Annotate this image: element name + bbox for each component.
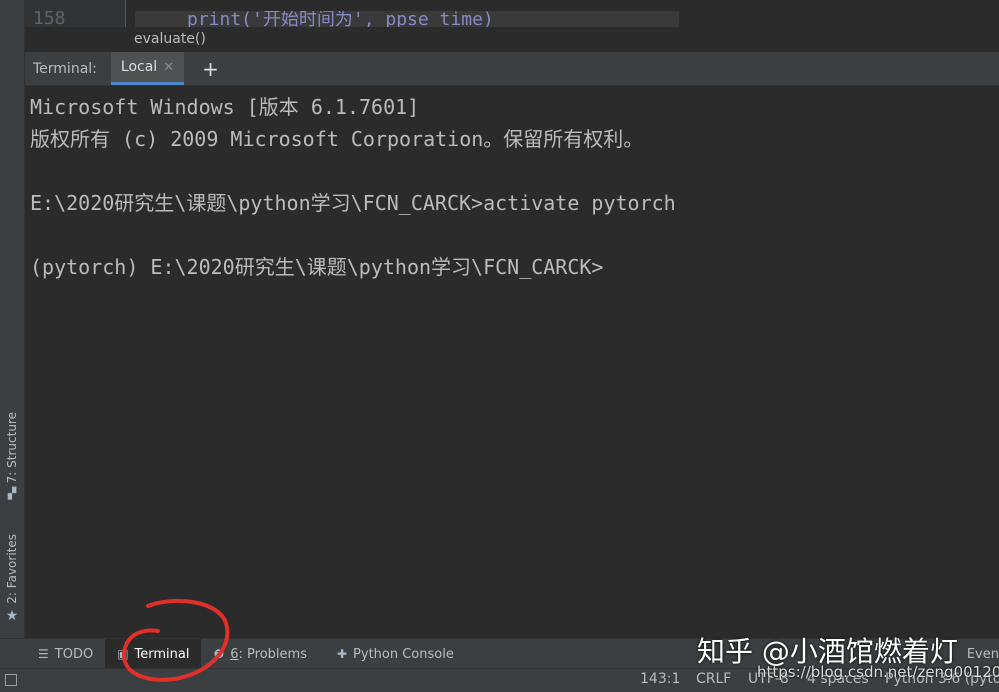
caret-position[interactable]: 143:1 xyxy=(640,671,680,687)
add-tab-icon[interactable]: + xyxy=(202,59,219,79)
terminal-tab-label: Terminal xyxy=(134,646,190,662)
terminal-line: Microsoft Windows [版本 6.1.7601] xyxy=(30,95,420,119)
close-icon[interactable]: ✕ xyxy=(163,60,174,75)
tool-windows-toggle-icon[interactable] xyxy=(5,674,17,686)
code-line[interactable]: print('开始时间为', ppse_time) xyxy=(135,11,679,27)
problems-label: : Problems xyxy=(238,646,307,662)
problems-number: 6 xyxy=(230,646,239,662)
terminal-prompt-line: (pytorch) E:\2020研究生\课题\python学习\FCN_CAR… xyxy=(30,255,604,279)
favorites-tool-tab[interactable]: 2: Favorites ★ xyxy=(0,534,24,624)
breadcrumb-function[interactable]: evaluate() xyxy=(134,31,206,47)
favorites-label: 2: Favorites xyxy=(5,534,19,604)
tab-local-label: Local xyxy=(120,59,158,75)
structure-icon: ▞ xyxy=(7,487,17,501)
line-number: 158 xyxy=(33,8,66,27)
tool-tab-python-console[interactable]: ✚ Python Console xyxy=(325,639,466,669)
event-log-label: Even xyxy=(966,646,999,662)
terminal-title: Terminal: xyxy=(33,60,97,77)
python-console-label: Python Console xyxy=(353,646,454,662)
editor-gutter: 158 xyxy=(25,0,126,27)
structure-label: 7: Structure xyxy=(5,412,19,484)
line-separator[interactable]: CRLF xyxy=(696,671,731,687)
terminal-line: E:\2020研究生\课题\python学习\FCN_CARCK>activat… xyxy=(30,191,676,215)
list-icon: ☰ xyxy=(38,647,49,661)
breadcrumb: evaluate() xyxy=(25,27,999,52)
python-icon: ✚ xyxy=(336,647,348,661)
editor-area[interactable]: 158 print('开始时间为', ppse_time) xyxy=(25,0,999,27)
tool-tab-todo[interactable]: ☰ TODO xyxy=(26,639,105,669)
todo-label: TODO xyxy=(54,646,94,662)
terminal-output[interactable]: Microsoft Windows [版本 6.1.7601] 版权所有 (c)… xyxy=(25,86,999,638)
star-icon: ★ xyxy=(5,607,19,624)
terminal-line: 版权所有 (c) 2009 Microsoft Corporation。保留所有… xyxy=(30,127,644,151)
url-watermark: https://blog.csdn.net/zeng001201 xyxy=(757,663,999,681)
structure-tool-tab[interactable]: 7: Structure ▞ xyxy=(0,412,24,500)
left-tool-strip: 7: Structure ▞ 2: Favorites ★ xyxy=(0,0,25,638)
terminal-icon: ▣ xyxy=(117,647,129,661)
terminal-header: Terminal: Local ✕ + xyxy=(25,52,999,86)
tool-tab-problems[interactable]: ❶ 6: Problems xyxy=(201,639,318,669)
tab-local[interactable]: Local ✕ xyxy=(110,52,185,85)
tool-tab-terminal[interactable]: ▣ Terminal xyxy=(105,639,202,669)
problems-icon: ❶ xyxy=(213,647,225,661)
